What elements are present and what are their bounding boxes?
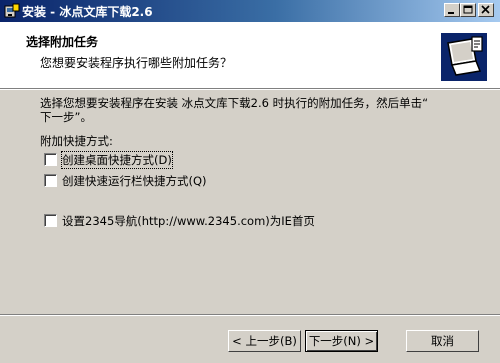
header-divider: [0, 89, 500, 90]
window-title: 安装 - 冰点文库下载2.6: [22, 5, 153, 19]
checkbox-box[interactable]: [44, 153, 57, 166]
footer-divider: [0, 314, 500, 316]
minimize-button[interactable]: [444, 3, 460, 17]
close-window-button[interactable]: [478, 3, 494, 17]
cancel-button[interactable]: 取消: [406, 330, 479, 352]
intro-line-2: 下一步”。: [40, 110, 92, 124]
checkbox-label[interactable]: 设置2345导航(http://www.2345.com)为IE首页: [62, 213, 315, 229]
page-title: 选择附加任务: [26, 35, 99, 49]
intro-text: 选择您想要安装程序在安装 冰点文库下载2.6 时执行的附加任务，然后单击“ 下一…: [40, 96, 470, 124]
minimize-icon: [448, 12, 454, 14]
back-button[interactable]: < 上一步(B): [228, 330, 301, 352]
shortcuts-group-label: 附加快捷方式:: [40, 134, 113, 148]
next-button[interactable]: 下一步(N) >: [305, 330, 378, 352]
title-bar[interactable]: 安装 - 冰点文库下载2.6: [0, 0, 500, 22]
close-icon: [481, 5, 490, 14]
intro-line-1: 选择您想要安装程序在安装 冰点文库下载2.6 时执行的附加任务，然后单击“: [40, 96, 429, 110]
installer-app-icon: [4, 3, 20, 18]
computer-install-icon: [438, 31, 492, 85]
checkbox-box[interactable]: [44, 174, 57, 187]
installer-window: 安装 - 冰点文库下载2.6 选择附加任务 您想要安装程序执行哪些附加任务？ 选…: [0, 0, 500, 363]
maximize-button[interactable]: [460, 3, 476, 17]
checkbox-label[interactable]: 创建快速运行栏快捷方式(Q): [62, 173, 207, 189]
wizard-header: 选择附加任务 您想要安装程序执行哪些附加任务？: [0, 22, 500, 89]
checkbox-label[interactable]: 创建桌面快捷方式(D): [61, 151, 173, 169]
maximize-icon: [463, 5, 473, 14]
page-subtitle: 您想要安装程序执行哪些附加任务？: [40, 56, 233, 70]
checkbox-box[interactable]: [44, 214, 57, 227]
